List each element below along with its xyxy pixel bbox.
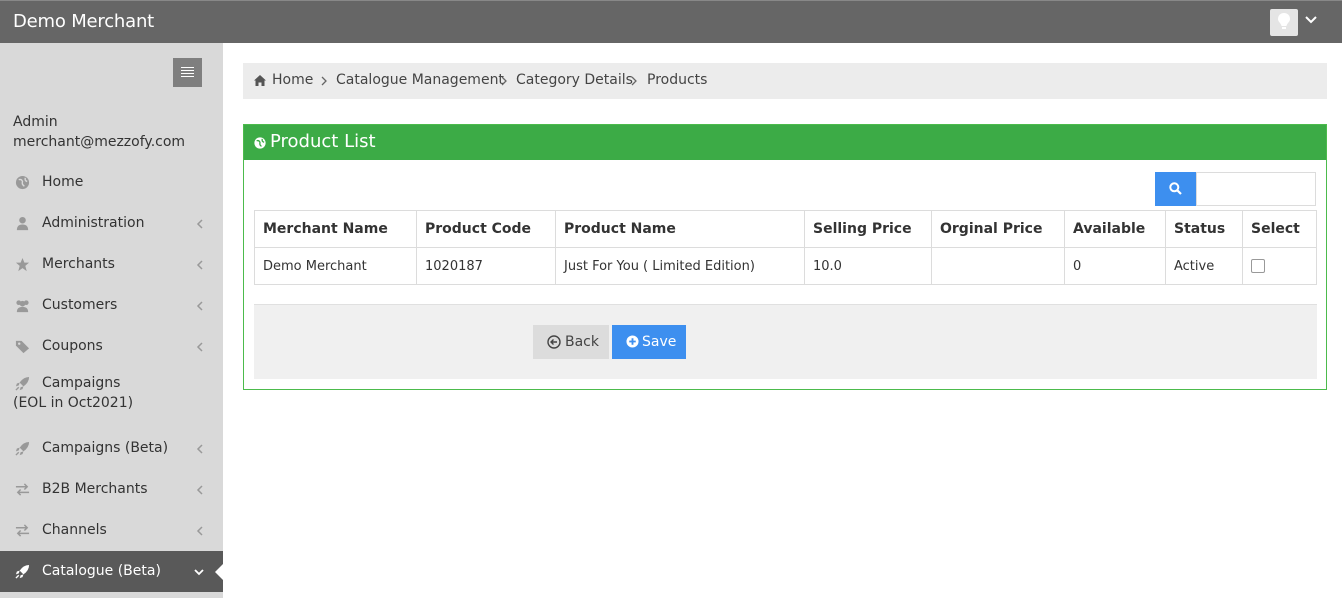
user-email: merchant@mezzofy.com (13, 134, 186, 150)
panel-header: Product List (244, 125, 1326, 160)
rocket-icon (15, 564, 30, 579)
sidebar-item-label: Merchants (42, 256, 115, 272)
chevron-down-icon[interactable] (1303, 12, 1319, 28)
column-header: Product Code (416, 210, 556, 248)
column-header: Product Name (555, 210, 805, 248)
search-button[interactable] (1155, 172, 1196, 206)
sidebar-item-b2b-merchants[interactable]: B2B Merchants (0, 469, 223, 510)
save-button-label: Save (642, 334, 677, 350)
sidebar-item-customers[interactable]: Customers (0, 285, 223, 326)
back-button[interactable]: Back (533, 325, 609, 359)
tag-icon (15, 340, 30, 354)
brand-title: Demo Merchant (13, 11, 155, 32)
sidebar-item-label: Home (42, 174, 84, 190)
sidebar-item-coupons[interactable]: Coupons (0, 326, 223, 367)
column-header: Selling Price (804, 210, 932, 248)
sidebar-item-administration[interactable]: Administration (0, 203, 223, 244)
column-header: Merchant Name (254, 210, 417, 248)
chevron-left-icon (196, 444, 203, 454)
column-header: Available (1064, 210, 1166, 248)
users-icon (16, 300, 29, 313)
panel-title: Product List (270, 131, 376, 152)
search-icon (1169, 182, 1182, 195)
cell-selling-price: 10.0 (804, 247, 932, 285)
chevron-right-icon (631, 76, 637, 86)
sidebar-item-campaigns-beta[interactable]: Campaigns (Beta) (0, 428, 223, 469)
globe-icon (15, 175, 30, 190)
chevron-left-icon (196, 342, 203, 352)
sidebar-item-label: Administration (42, 215, 145, 231)
cell-select (1242, 247, 1317, 285)
sidebar-item-home[interactable]: Home (0, 162, 223, 203)
globe-icon (254, 137, 266, 149)
sidebar-item-label: B2B Merchants (42, 481, 148, 497)
chevron-right-icon (321, 76, 327, 86)
save-button[interactable]: Save (612, 325, 686, 359)
sidebar: Admin merchant@mezzofy.com Home Administ… (0, 43, 224, 598)
sidebar-item-label: Customers (42, 297, 118, 313)
sidebar-item-merchants[interactable]: Merchants (0, 244, 223, 285)
active-indicator (215, 563, 224, 581)
sidebar-item-channels[interactable]: Channels (0, 510, 223, 551)
cell-status: Active (1165, 247, 1243, 285)
breadcrumb-home[interactable]: Home (272, 72, 313, 88)
sidebar-item-catalogue-beta[interactable]: Catalogue (Beta) (0, 551, 224, 592)
exchange-icon (15, 483, 30, 496)
sidebar-item-label: Coupons (42, 338, 103, 354)
column-header: Status (1165, 210, 1243, 248)
chevron-down-icon (194, 569, 204, 576)
products-table: Merchant Name Product Code Product Name … (254, 210, 1317, 285)
sidebar-item-label: Catalogue (Beta) (42, 563, 161, 579)
arrow-circle-left-icon (547, 335, 561, 349)
user-avatar[interactable] (1270, 9, 1298, 36)
breadcrumb: Home Catalogue Management Category Detai… (243, 63, 1327, 99)
chevron-left-icon (196, 301, 203, 311)
home-icon (254, 75, 266, 86)
user-icon (16, 216, 29, 231)
back-button-label: Back (565, 334, 599, 350)
form-actions: Back Save (254, 304, 1317, 379)
breadcrumb-category-details[interactable]: Category Details (516, 72, 633, 88)
sidebar-item-campaigns[interactable]: Campaigns (EOL in Oct2021) (0, 367, 223, 428)
exchange-icon (15, 524, 30, 537)
breadcrumb-products: Products (647, 72, 708, 88)
user-role: Admin (13, 114, 58, 130)
column-header: Orginal Price (931, 210, 1065, 248)
sidebar-item-label: Campaigns (42, 375, 121, 391)
chevron-left-icon (196, 219, 203, 229)
sidebar-item-sublabel: (EOL in Oct2021) (13, 395, 134, 411)
star-icon (15, 257, 30, 272)
sidebar-item-label: Channels (42, 522, 107, 538)
chevron-left-icon (196, 485, 203, 495)
sidebar-item-label: Campaigns (Beta) (42, 440, 169, 456)
cell-available: 0 (1064, 247, 1166, 285)
plus-circle-icon (626, 335, 639, 348)
sidebar-menu: Home Administration Merchants Customers … (0, 162, 224, 592)
search-input[interactable] (1196, 172, 1316, 206)
lightbulb-icon (1278, 13, 1290, 29)
rocket-icon (15, 376, 30, 391)
rocket-icon (15, 441, 30, 456)
chevron-right-icon (501, 76, 507, 86)
table-header-row: Merchant Name Product Code Product Name … (254, 210, 1317, 248)
cell-merchant-name: Demo Merchant (254, 247, 417, 285)
product-list-panel: Product List Merchant Name Product Code … (243, 124, 1327, 390)
chevron-left-icon (196, 260, 203, 270)
column-header: Select (1242, 210, 1317, 248)
chevron-left-icon (196, 526, 203, 536)
sidebar-toggle-button[interactable] (173, 58, 202, 87)
cell-product-code: 1020187 (416, 247, 556, 285)
breadcrumb-catalogue-management[interactable]: Catalogue Management (336, 72, 504, 88)
top-bar: Demo Merchant (0, 0, 1342, 43)
cell-product-name: Just For You ( Limited Edition) (555, 247, 805, 285)
select-checkbox[interactable] (1251, 259, 1265, 273)
table-row: Demo Merchant 1020187 Just For You ( Lim… (254, 247, 1317, 285)
cell-original-price (931, 247, 1065, 285)
